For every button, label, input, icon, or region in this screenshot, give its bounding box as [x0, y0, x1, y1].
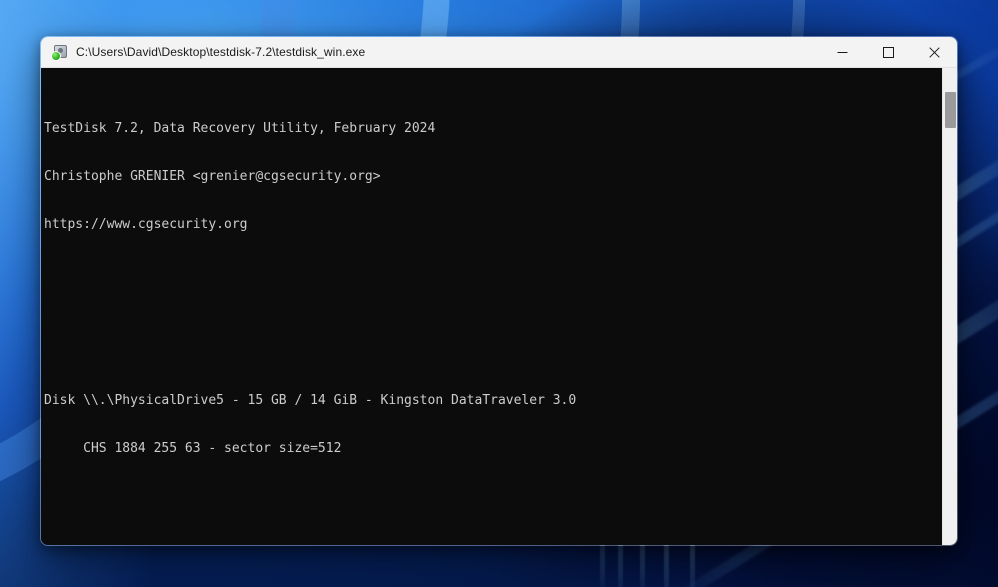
window-title-text: C:\Users\David\Desktop\testdisk-7.2\test… [76, 45, 365, 59]
testdisk-disk-icon [52, 44, 68, 60]
window-title-bar[interactable]: C:\Users\David\Desktop\testdisk-7.2\test… [41, 37, 957, 68]
header-line-2: Christophe GRENIER <grenier@cgsecurity.o… [44, 169, 942, 185]
disk-info-line-2: CHS 1884 255 63 - sector size=512 [44, 441, 942, 457]
terminal-scrollbar[interactable] [942, 68, 957, 545]
minimize-button[interactable] [819, 37, 865, 68]
maximize-button[interactable] [865, 37, 911, 68]
close-icon [929, 47, 940, 58]
maximize-icon [883, 47, 894, 58]
window-controls [819, 37, 957, 68]
spacer-3 [44, 505, 942, 521]
minimize-icon [837, 47, 848, 58]
testdisk-console-window: C:\Users\David\Desktop\testdisk-7.2\test… [40, 36, 958, 546]
header-line-3: https://www.cgsecurity.org [44, 217, 942, 233]
terminal-output: TestDisk 7.2, Data Recovery Utility, Feb… [41, 68, 942, 545]
terminal-scrollbar-thumb[interactable] [945, 92, 956, 128]
header-line-1: TestDisk 7.2, Data Recovery Utility, Feb… [44, 121, 942, 137]
close-button[interactable] [911, 37, 957, 68]
spacer-2 [44, 329, 942, 345]
disk-info-line-1: Disk \\.\PhysicalDrive5 - 15 GB / 14 GiB… [44, 393, 942, 409]
spacer-1 [44, 281, 942, 297]
terminal-area[interactable]: TestDisk 7.2, Data Recovery Utility, Feb… [41, 68, 957, 545]
